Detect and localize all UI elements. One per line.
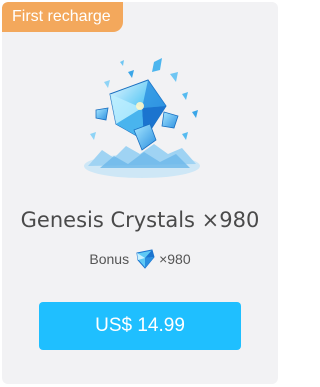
product-title: Genesis Crystals ×980 [20, 208, 260, 232]
genesis-crystal-pile-icon [84, 58, 200, 178]
product-card[interactable]: First recharge Genesis Crystals ×980 Bon… [2, 2, 278, 384]
purchase-button[interactable]: US$ 14.99 [39, 302, 241, 350]
bonus-label: Bonus [89, 251, 130, 267]
bonus-row: Bonus ×980 [2, 246, 278, 272]
crystal-icon [136, 249, 155, 269]
first-recharge-badge: First recharge [2, 2, 123, 32]
price-label: US$ 14.99 [95, 315, 185, 336]
bonus-amount: ×980 [159, 251, 191, 267]
